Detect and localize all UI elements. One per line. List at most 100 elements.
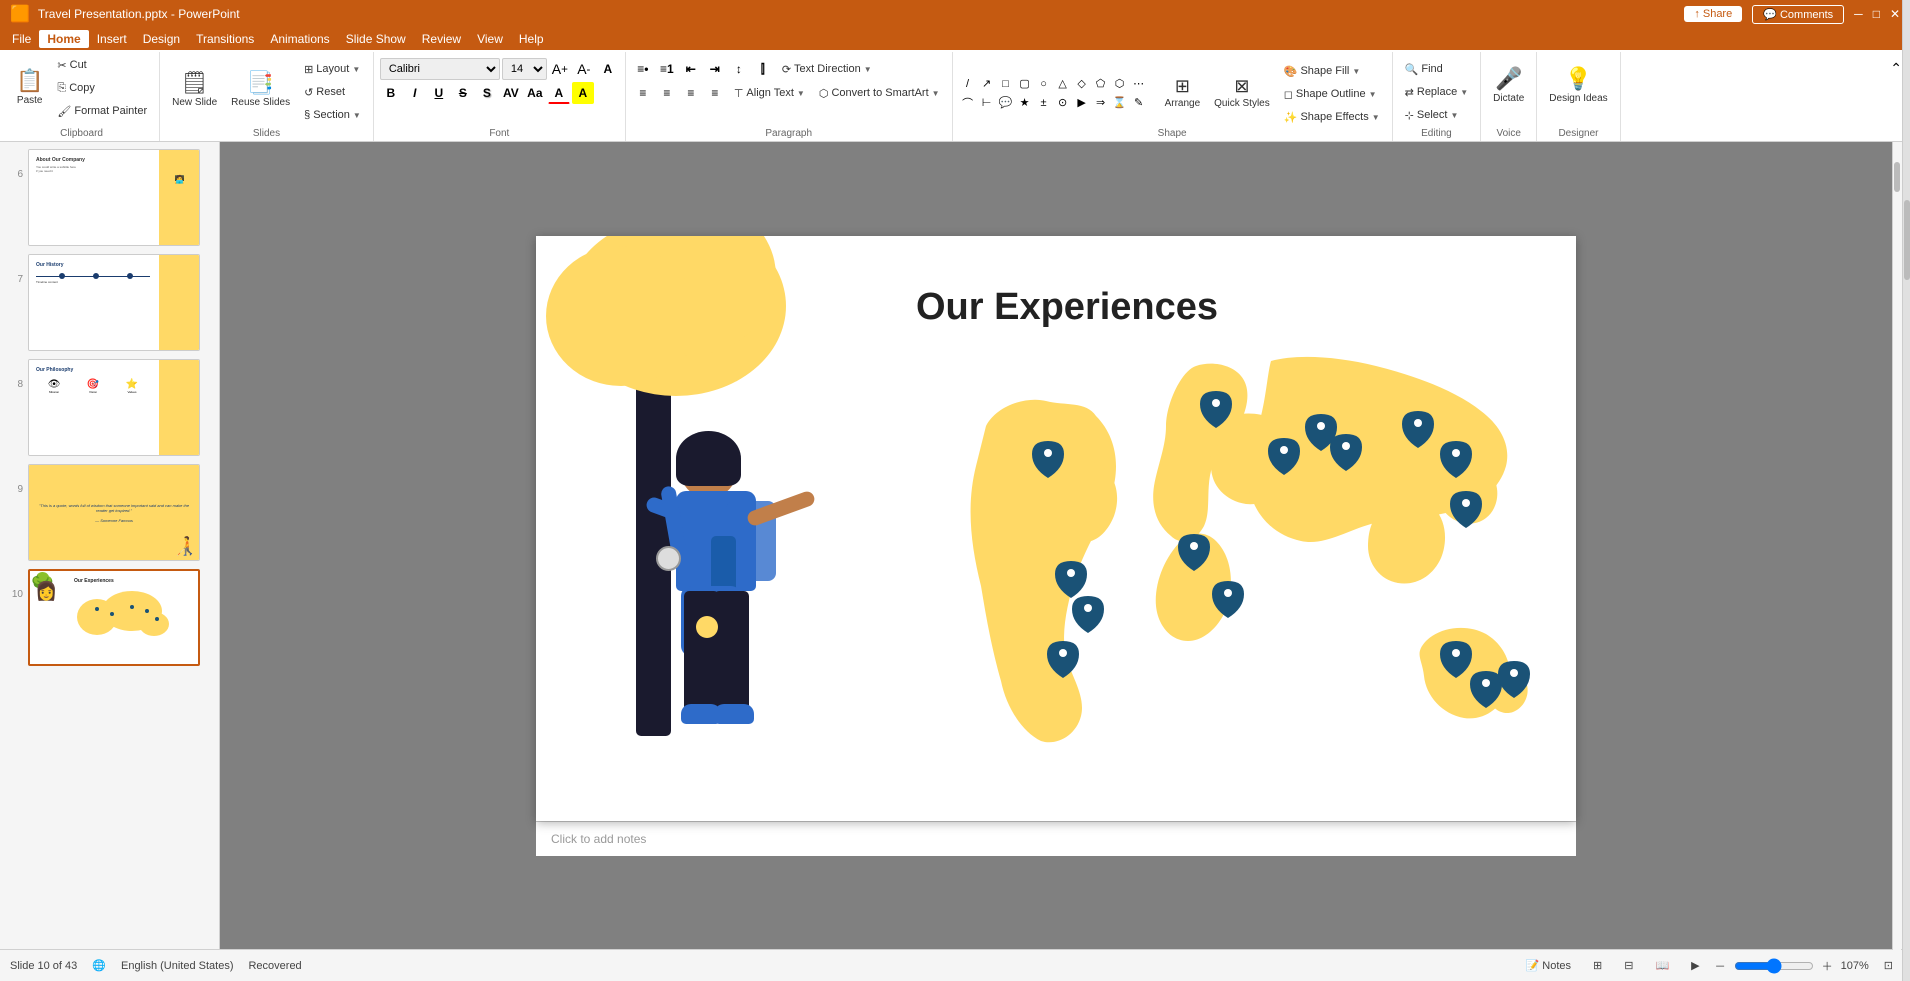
numbering-button[interactable]: ≡1 [656,58,678,80]
text-direction-button[interactable]: ⟳ Text Direction ▼ [776,58,878,80]
shape-freeform[interactable]: ✎ [1130,94,1148,112]
shape-flowchart[interactable]: ⊙ [1054,94,1072,112]
shape-star[interactable]: ★ [1016,94,1034,112]
increase-font-button[interactable]: A+ [549,58,571,80]
notes-button[interactable]: 📝 Notes [1519,956,1579,975]
shape-round-rect[interactable]: ▢ [1016,75,1034,93]
menu-transitions[interactable]: Transitions [188,30,262,48]
dictate-button[interactable]: 🎤 Dictate [1487,54,1530,118]
slide-item-8[interactable]: 8 Our Philosophy 👁Mission 🎯Vision ⭐Value… [5,357,214,458]
notes-input-area[interactable]: Click to add notes [536,821,1576,856]
slide-item-7[interactable]: 7 Our History Timeline content [5,252,214,353]
menu-animations[interactable]: Animations [262,30,337,48]
normal-view-button[interactable]: ⊞ [1586,956,1609,975]
menu-slideshow[interactable]: Slide Show [338,30,414,48]
change-case-button[interactable]: Aa [524,82,546,104]
menu-view[interactable]: View [469,30,511,48]
shape-triangle[interactable]: △ [1054,75,1072,93]
share-button[interactable]: ↑ Share [1684,6,1742,22]
slide-item-9[interactable]: 9 "This is a quote, words full of wisdom… [5,462,214,563]
font-color-button[interactable]: A [548,82,570,104]
menu-design[interactable]: Design [135,30,188,48]
reading-view-button[interactable]: 📖 [1648,956,1676,975]
shape-callout[interactable]: 💬 [997,94,1015,112]
underline-button[interactable]: U [428,82,450,104]
increase-indent-button[interactable]: ⇥ [704,58,726,80]
shape-oval[interactable]: ○ [1035,75,1053,93]
new-slide-button[interactable]: 🗒 New Slide [166,58,223,122]
right-scroll-thumb[interactable] [1894,162,1900,192]
menu-file[interactable]: File [4,30,39,48]
find-button[interactable]: 🔍 Find [1399,58,1475,80]
maximize-icon[interactable]: □ [1873,7,1880,21]
paste-button[interactable]: 📋 Paste [10,56,49,120]
justify-button[interactable]: ≡ [704,82,726,104]
menu-review[interactable]: Review [414,30,469,48]
close-icon[interactable]: ✕ [1890,7,1900,21]
shape-arrow[interactable]: ↗ [978,75,996,93]
select-button[interactable]: ⊹ Select ▼ [1399,104,1475,126]
shape-ribbon[interactable]: ⌛ [1111,94,1129,112]
slide-thumb-8[interactable]: Our Philosophy 👁Mission 🎯Vision ⭐Values [28,359,200,456]
clear-formatting-button[interactable]: A [597,58,619,80]
slide-thumb-10[interactable]: 🌳 👩 Our Experiences [28,569,200,666]
zoom-minus[interactable]: － [1715,958,1726,974]
bold-button[interactable]: B [380,82,402,104]
line-spacing-button[interactable]: ↕ [728,58,750,80]
arrange-button[interactable]: ⊞ Arrange [1159,61,1207,125]
shape-line[interactable]: / [959,75,977,93]
align-left-button[interactable]: ≡ [632,82,654,104]
slide-thumb-9[interactable]: "This is a quote, words full of wisdom t… [28,464,200,561]
columns-button[interactable]: ⫿ [752,58,774,80]
quick-styles-button[interactable]: ⊠ Quick Styles [1208,61,1276,125]
decrease-font-button[interactable]: A- [573,58,595,80]
shadow-button[interactable]: S [476,82,498,104]
shape-connector[interactable]: ⊢ [978,94,996,112]
font-name-selector[interactable]: Calibri [380,58,500,80]
shape-rect[interactable]: □ [997,75,1015,93]
highlight-button[interactable]: A [572,82,594,104]
character-spacing-button[interactable]: AV [500,82,522,104]
slide-thumb-6[interactable]: About Our Company You could write a subt… [28,149,200,246]
shape-action[interactable]: ▶ [1073,94,1091,112]
font-size-selector[interactable]: 14 [502,58,547,80]
align-text-button[interactable]: ⊤ Align Text ▼ [728,82,811,104]
minimize-icon[interactable]: ─ [1854,7,1863,21]
shape-curve[interactable]: ⌒ [959,94,977,112]
shape-block-arrow[interactable]: ⇒ [1092,94,1110,112]
reset-button[interactable]: ↺ Reset [298,81,367,103]
cut-button[interactable]: ✂ Cut [51,54,153,76]
shape-equation[interactable]: ± [1035,94,1053,112]
slide-thumb-7[interactable]: Our History Timeline content [28,254,200,351]
shape-more[interactable]: ⋯ [1130,75,1148,93]
strikethrough-button[interactable]: S [452,82,474,104]
italic-button[interactable]: I [404,82,426,104]
align-center-button[interactable]: ≡ [656,82,678,104]
bullets-button[interactable]: ≡• [632,58,654,80]
convert-smartart-button[interactable]: ⬡ Convert to SmartArt ▼ [813,82,946,104]
replace-button[interactable]: ⇄ Replace ▼ [1399,81,1475,103]
shape-outline-button[interactable]: ◻ Shape Outline ▼ [1278,83,1386,105]
slide-item-10[interactable]: 10 🌳 👩 Our Experiences [5,567,214,668]
slide-canvas[interactable]: Our Experiences [536,236,1576,821]
shape-diamond[interactable]: ◇ [1073,75,1091,93]
slide-item-6[interactable]: 6 About Our Company You could write a su… [5,147,214,248]
comments-button[interactable]: 💬 Comments [1752,5,1844,24]
decrease-indent-button[interactable]: ⇤ [680,58,702,80]
slideshow-button[interactable]: ▶ [1684,956,1706,975]
menu-home[interactable]: Home [39,30,88,48]
shape-pentagon[interactable]: ⬠ [1092,75,1110,93]
layout-button[interactable]: ⊞ Layout ▼ [298,58,367,80]
menu-insert[interactable]: Insert [89,30,135,48]
shape-hexagon[interactable]: ⬡ [1111,75,1129,93]
copy-button[interactable]: ⎘ Copy [51,77,153,99]
reuse-slides-button[interactable]: 📑 Reuse Slides [225,58,296,122]
zoom-plus[interactable]: ＋ [1822,958,1833,974]
shape-effects-button[interactable]: ✨ Shape Effects ▼ [1278,106,1386,128]
shape-fill-button[interactable]: 🎨 Shape Fill ▼ [1278,60,1386,82]
format-painter-button[interactable]: 🖌 Format Painter [51,100,153,122]
right-scrollbar[interactable] [1893,162,1901,969]
align-right-button[interactable]: ≡ [680,82,702,104]
slide-sorter-button[interactable]: ⊟ [1617,956,1640,975]
design-ideas-button[interactable]: 💡 Design Ideas [1543,54,1613,118]
